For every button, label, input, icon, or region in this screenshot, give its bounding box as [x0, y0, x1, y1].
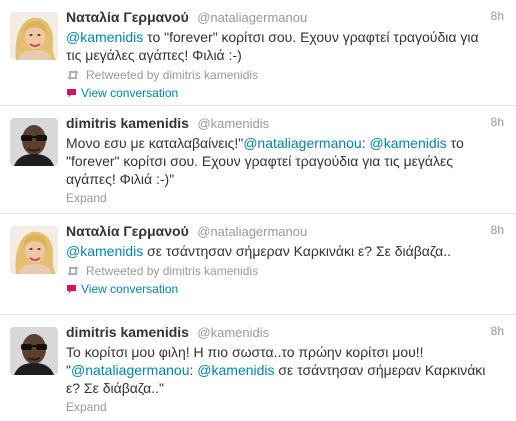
tweet-text: Το κορίτσι μου φιλη! Η πιο σωστα..το πρώ…	[66, 343, 488, 397]
text-segment: :	[361, 135, 370, 151]
timeline: Ναταλία Γερμανού @nataliagermanou 8h @ka…	[0, 0, 516, 421]
tweet-timestamp[interactable]: 8h	[491, 223, 504, 237]
mention-link[interactable]: @kamenidis	[66, 243, 143, 259]
tweet-text: @kamenidis το "forever" κορίτσι σου. Εχο…	[66, 28, 488, 64]
expand-link[interactable]: Expand	[66, 190, 107, 206]
expand-link[interactable]: Expand	[66, 399, 107, 415]
tweet-text: @kamenidis σε τσάντησαν σήμεραν Καρκινάκ…	[66, 242, 488, 260]
tweet-header: dimitris kamenidis @kamenidis	[66, 114, 488, 132]
tweet-author-username[interactable]: @kamenidis	[197, 325, 269, 340]
avatar[interactable]	[10, 226, 58, 274]
avatar[interactable]	[10, 118, 58, 166]
tweet[interactable]: dimitris kamenidis @kamenidis 8h Το κορί…	[0, 315, 516, 421]
tweet-text: Μονο εσυ με καταλαβαίνεις!"@nataliagerma…	[66, 134, 488, 188]
blonde-woman-avatar-image	[10, 226, 58, 274]
retweeted-by-text[interactable]: Retweeted by dimitris kamenidis	[86, 67, 258, 83]
tweet[interactable]: Ναταλία Γερμανού @nataliagermanou 8h @ka…	[0, 0, 516, 106]
view-conversation-label[interactable]: View conversation	[81, 281, 178, 297]
man-with-sunglasses-avatar-image	[10, 118, 58, 166]
tweet-header: Ναταλία Γερμανού @nataliagermanou	[66, 222, 488, 240]
tweet-author-name[interactable]: dimitris kamenidis	[66, 115, 189, 131]
avatar[interactable]	[10, 327, 58, 375]
man-with-sunglasses-avatar-image	[10, 327, 58, 375]
view-conversation-label[interactable]: View conversation	[81, 85, 178, 101]
mention-link[interactable]: @nataliagermanou	[243, 135, 362, 151]
speech-bubble-icon	[67, 285, 76, 294]
view-conversation-link[interactable]: View conversation	[66, 281, 488, 297]
text-segment: σε τσάντησαν σήμεραν Καρκινάκι ε? Σε διά…	[143, 243, 451, 259]
mention-link[interactable]: @kamenidis	[370, 135, 447, 151]
blonde-woman-avatar-image	[10, 12, 58, 60]
avatar[interactable]	[10, 12, 58, 60]
tweet-author-username[interactable]: @nataliagermanou	[197, 224, 307, 239]
tweet-timestamp[interactable]: 8h	[491, 115, 504, 129]
tweet[interactable]: Ναταλία Γερμανού @nataliagermanou 8h @ka…	[0, 214, 516, 315]
retweet-icon	[67, 266, 79, 276]
tweet-author-name[interactable]: Ναταλία Γερμανού	[66, 9, 189, 25]
retweet-context: Retweeted by dimitris kamenidis	[66, 67, 488, 83]
tweet-author-username[interactable]: @kamenidis	[197, 116, 269, 131]
retweeted-by-text[interactable]: Retweeted by dimitris kamenidis	[86, 263, 258, 279]
tweet-author-name[interactable]: dimitris kamenidis	[66, 324, 189, 340]
tweet-header: dimitris kamenidis @kamenidis	[66, 323, 488, 341]
retweet-icon	[67, 70, 79, 80]
tweet[interactable]: dimitris kamenidis @kamenidis 8h Μονο εσ…	[0, 106, 516, 214]
view-conversation-link[interactable]: View conversation	[66, 85, 488, 101]
tweet-timestamp[interactable]: 8h	[491, 324, 504, 338]
tweet-author-username[interactable]: @nataliagermanou	[197, 10, 307, 25]
text-segment: Μονο εσυ με καταλαβαίνεις!"	[66, 135, 244, 151]
tweet-author-name[interactable]: Ναταλία Γερμανού	[66, 223, 189, 239]
mention-link[interactable]: @kamenidis	[66, 29, 143, 45]
speech-bubble-icon	[67, 89, 76, 98]
tweet-header: Ναταλία Γερμανού @nataliagermanou	[66, 8, 488, 26]
mention-link[interactable]: @kamenidis	[197, 362, 274, 378]
mention-link[interactable]: @nataliagermanou	[71, 362, 190, 378]
retweet-context: Retweeted by dimitris kamenidis	[66, 263, 488, 279]
tweet-timestamp[interactable]: 8h	[491, 9, 504, 23]
